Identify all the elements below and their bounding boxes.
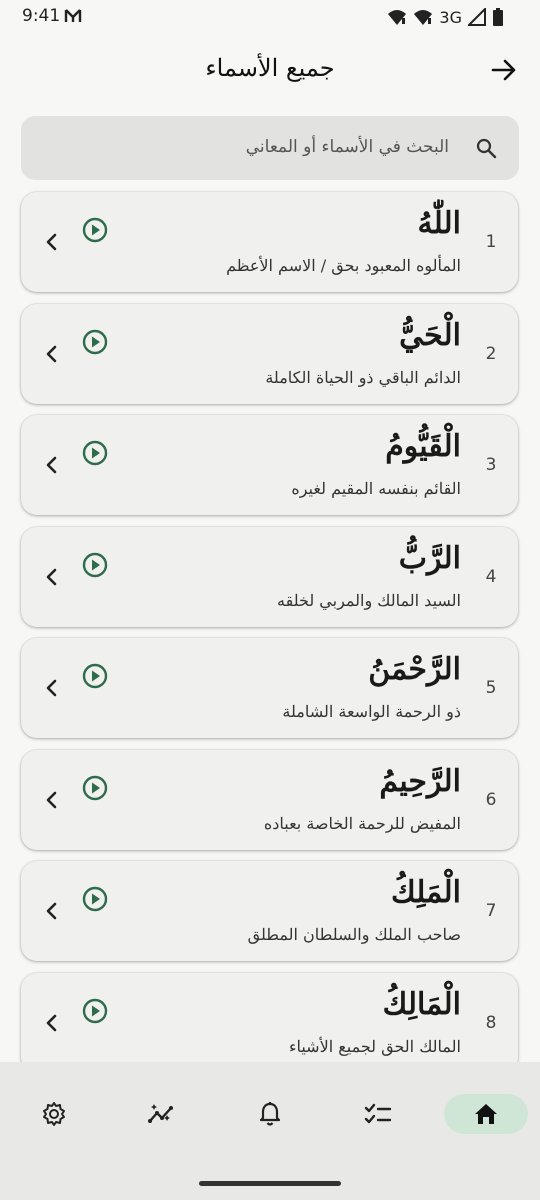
- name-card[interactable]: 4 الرَّبُّ السيد المالك والمربي لخلقه: [21, 526, 518, 627]
- wifi-icon: [388, 10, 407, 25]
- names-list: 1 اللّٰهُ المألوه المعبود بحق / الاسم الأع…: [0, 190, 540, 1062]
- network-label: 3G: [439, 7, 462, 27]
- arrow-right-icon[interactable]: [488, 54, 520, 86]
- name-arabic: الرَّحِيمُ: [379, 763, 461, 799]
- chevron-left-icon[interactable]: [41, 676, 63, 700]
- home-indicator: [199, 1181, 341, 1186]
- app-header: جميع الأسماء: [0, 40, 540, 100]
- chevron-left-icon[interactable]: [41, 342, 63, 366]
- play-icon[interactable]: [81, 328, 109, 356]
- chevron-left-icon[interactable]: [41, 1011, 63, 1035]
- status-bar: 9:41 3G: [0, 0, 540, 34]
- chevron-left-icon[interactable]: [41, 453, 63, 477]
- play-icon[interactable]: [81, 439, 109, 467]
- play-icon[interactable]: [81, 885, 109, 913]
- insights-icon: [148, 1104, 173, 1123]
- name-number: 2: [485, 343, 497, 364]
- name-card[interactable]: 6 الرَّحِيمُ المفيض للرحمة الخاصة بعباده: [21, 749, 518, 850]
- name-number: 1: [485, 232, 497, 252]
- name-card[interactable]: 1 اللّٰهُ المألوه المعبود بحق / الاسم الأع…: [21, 192, 518, 292]
- status-time: 9:41: [22, 6, 61, 26]
- play-icon[interactable]: [81, 997, 109, 1025]
- name-card[interactable]: 8 الْمَالِكُ المالك الحق لجميع الأشياء: [21, 972, 518, 1062]
- bottom-nav: [0, 1062, 540, 1200]
- name-meaning: صاحب الملك والسلطان المطلق: [247, 925, 461, 944]
- play-icon[interactable]: [81, 551, 109, 579]
- settings-icon: [43, 1102, 65, 1126]
- battery-icon: [493, 8, 503, 26]
- chevron-left-icon[interactable]: [41, 565, 63, 589]
- name-number: 3: [485, 455, 497, 475]
- name-arabic: الرَّحْمَنُ: [368, 652, 461, 687]
- search-input[interactable]: البحث في الأسماء أو المعاني: [21, 116, 519, 180]
- name-meaning: السيد المالك والمربي لخلقه: [277, 590, 461, 610]
- name-card[interactable]: 5 الرَّحْمَنُ ذو الرحمة الواسعة الشاملة: [21, 638, 518, 738]
- name-arabic: الرَّبُّ: [398, 540, 461, 576]
- page-title: جميع الأسماء: [205, 54, 335, 82]
- play-icon[interactable]: [81, 774, 109, 802]
- name-meaning: الدائم الباقي ذو الحياة الكاملة: [265, 367, 461, 387]
- chevron-left-icon[interactable]: [41, 230, 63, 254]
- search-icon: [476, 138, 497, 159]
- name-arabic: الْمَالِكُ: [382, 986, 461, 1022]
- name-number: 5: [485, 678, 497, 698]
- name-arabic: الْمَلِكُ: [390, 875, 461, 910]
- nav-settings[interactable]: [12, 1094, 96, 1134]
- signal-icon: [468, 8, 486, 26]
- name-meaning: المفيض للرحمة الخاصة بعباده: [263, 813, 461, 833]
- name-card[interactable]: 3 الْقَيُّومُ القائم بنفسه المقيم لغيره: [21, 415, 518, 515]
- name-meaning: المألوه المعبود بحق / الاسم الأعظم: [226, 256, 461, 275]
- home-icon: [475, 1104, 497, 1124]
- checklist-icon: [364, 1103, 392, 1124]
- wifi-icon-2: [414, 10, 433, 25]
- name-card[interactable]: 7 الْمَلِكُ صاحب الملك والسلطان المطلق: [21, 861, 518, 961]
- nav-checklist[interactable]: [336, 1094, 420, 1134]
- name-number: 7: [485, 901, 497, 921]
- name-arabic: الْحَيُّ: [399, 317, 461, 353]
- name-card[interactable]: 2 الْحَيُّ الدائم الباقي ذو الحياة الكاملة: [21, 303, 518, 404]
- name-meaning: القائم بنفسه المقيم لغيره: [291, 479, 461, 498]
- nav-notifications[interactable]: [228, 1094, 312, 1134]
- chevron-left-icon[interactable]: [41, 788, 63, 812]
- name-arabic: الْقَيُّومُ: [385, 429, 461, 464]
- play-icon[interactable]: [81, 216, 109, 244]
- status-icons: 3G: [387, 7, 504, 27]
- name-meaning: المالك الحق لجميع الأشياء: [288, 1036, 461, 1056]
- play-icon[interactable]: [81, 662, 109, 690]
- name-meaning: ذو الرحمة الواسعة الشاملة: [282, 702, 461, 721]
- chevron-left-icon[interactable]: [41, 899, 63, 923]
- nav-home[interactable]: [444, 1094, 528, 1134]
- bell-icon: [259, 1102, 281, 1126]
- nav-insights[interactable]: [120, 1094, 204, 1134]
- name-number: 4: [485, 566, 497, 587]
- signal-alt-icon: [64, 9, 82, 22]
- name-arabic: اللّٰهُ: [417, 206, 462, 241]
- name-number: 6: [485, 789, 497, 810]
- name-number: 8: [485, 1012, 497, 1033]
- search-placeholder: البحث في الأسماء أو المعاني: [245, 137, 449, 157]
